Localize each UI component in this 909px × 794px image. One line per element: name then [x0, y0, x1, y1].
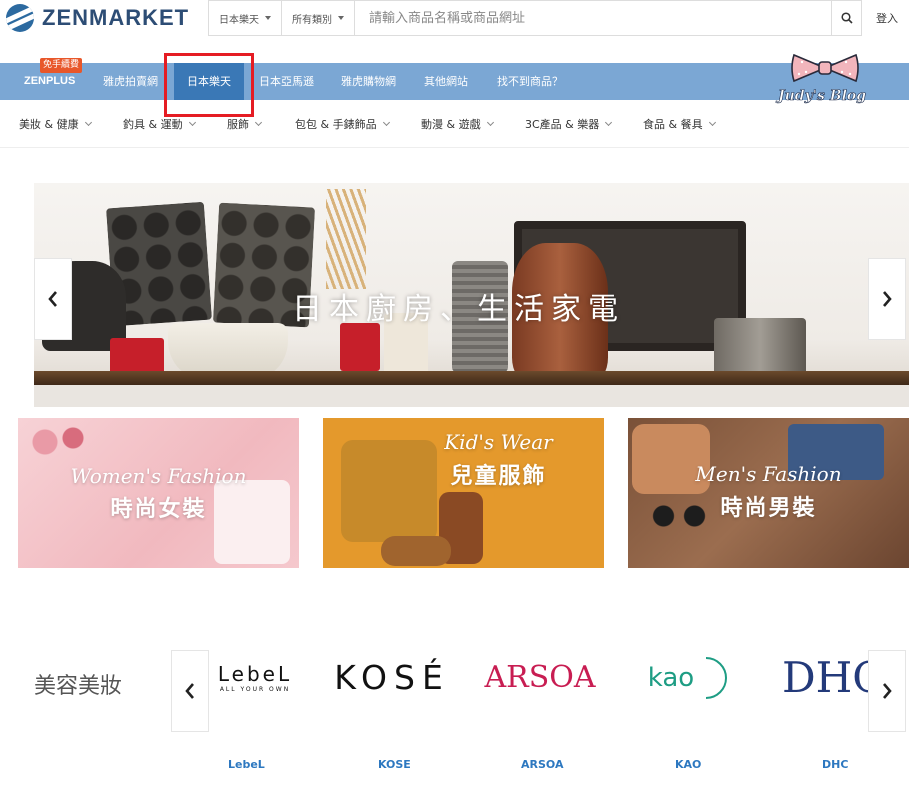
tile-zh-title: 時尚女裝	[110, 497, 207, 522]
category-select-value: 所有類別	[292, 14, 332, 26]
candle-image	[340, 323, 380, 371]
nav-not-found[interactable]: 找不到商品？	[497, 63, 563, 100]
chevron-down-icon	[486, 118, 494, 127]
brand-link-dhc[interactable]: DHC	[822, 758, 848, 771]
nav-yahoo-shopping[interactable]: 雅虎購物網	[341, 63, 396, 100]
store-select-value: 日本樂天	[219, 14, 259, 26]
shoe-image	[381, 536, 451, 566]
bow-icon	[791, 53, 859, 83]
wheat-image	[326, 189, 366, 289]
nav-amazon-jp[interactable]: 日本亞馬遜	[259, 63, 314, 100]
category-label: 美妝 & 健康	[19, 118, 79, 131]
tile-kids-wear[interactable]: Kid's Wear 兒童服飾	[323, 418, 604, 568]
brand-logo-kose[interactable]: KOSÉ	[330, 650, 454, 705]
arsoa-logo-text: ARSOA	[484, 660, 596, 695]
site-nav: ZENPLUS 雅虎拍賣網 日本樂天 日本亞馬遜 雅虎購物網 其他網站 找不到商…	[0, 63, 909, 100]
header: ZENMARKET 日本樂天 所有類別 登入	[0, 0, 909, 36]
search-bar: 日本樂天 所有類別	[208, 0, 862, 36]
hero-banner[interactable]: 日本廚房、生活家電	[34, 183, 909, 407]
category-label: 3C產品 & 樂器	[525, 118, 600, 131]
page: ZENMARKET 日本樂天 所有類別 登入 ZENPLUS 雅虎拍賣網	[0, 0, 909, 794]
lebel-logo-text: LebeL	[217, 662, 293, 686]
logo-mark-icon	[6, 4, 34, 32]
logo-text: ZENMARKET	[42, 5, 190, 30]
category-apparel[interactable]: 服飾	[227, 116, 263, 132]
sweater-image	[341, 440, 437, 542]
category-label: 釣具 & 運動	[123, 118, 183, 131]
brand-link-arsoa[interactable]: ARSOA	[521, 758, 563, 771]
chevron-right-icon	[883, 683, 892, 699]
brand-logo-arsoa[interactable]: ARSOA	[478, 650, 602, 705]
category-menu: 美妝 & 健康 釣具 & 運動 服飾 包包 & 手錶飾品 動漫 & 遊戲 3C產…	[0, 100, 909, 148]
zenmarket-logo[interactable]: ZENMARKET	[6, 4, 189, 32]
nav-yahoo-auction[interactable]: 雅虎拍賣網	[103, 63, 158, 100]
chevron-left-icon	[48, 291, 57, 307]
chevron-left-icon	[185, 683, 194, 699]
store-select[interactable]: 日本樂天	[209, 1, 282, 35]
brands-prev-button[interactable]	[171, 650, 209, 732]
login-link[interactable]: 登入	[876, 10, 898, 26]
search-input[interactable]	[355, 1, 831, 35]
free-fee-badge: 免手續費	[40, 58, 83, 73]
kao-logo-text: kao	[647, 662, 695, 693]
category-label: 包包 & 手錶飾品	[295, 118, 377, 131]
category-label: 服飾	[227, 118, 249, 131]
category-select[interactable]: 所有類別	[282, 1, 355, 35]
chevron-right-icon	[883, 291, 892, 307]
chevron-down-icon	[382, 118, 390, 127]
caret-down-icon	[265, 16, 271, 20]
nav-other-sites[interactable]: 其他網站	[424, 63, 468, 100]
category-beauty[interactable]: 美妝 & 健康	[19, 116, 92, 132]
brands-heading: 美容美妝	[34, 674, 123, 699]
brand-link-lebel[interactable]: LebeL	[228, 758, 265, 771]
flower-image	[24, 422, 94, 462]
chevron-down-icon	[254, 118, 263, 127]
tile-en-title: Kid's Wear	[444, 430, 553, 454]
brand-logo-dhc[interactable]: DHC	[782, 650, 872, 705]
brand-link-kao[interactable]: KAO	[675, 758, 701, 771]
tile-en-title: Women's Fashion	[70, 464, 247, 488]
category-label: 食品 & 餐具	[643, 118, 703, 131]
caret-down-icon	[338, 16, 344, 20]
search-button[interactable]	[831, 1, 861, 35]
kao-moon-icon	[706, 656, 728, 699]
lebel-tagline: ALL YOUR OWN	[219, 686, 291, 693]
tile-womens-fashion[interactable]: Women's Fashion 時尚女裝	[18, 418, 299, 568]
category-electronics[interactable]: 3C產品 & 樂器	[525, 116, 613, 132]
brand-logo-lebel[interactable]: LebeL ALL YOUR OWN	[208, 650, 302, 705]
tile-mens-fashion[interactable]: Men's Fashion 時尚男裝	[628, 418, 909, 568]
chevron-down-icon	[708, 118, 716, 127]
search-icon	[840, 12, 853, 24]
shelf-image	[34, 371, 909, 385]
hero-title: 日本廚房、生活家電	[292, 292, 625, 327]
brand-logo-kao[interactable]: kao	[636, 650, 740, 705]
category-bags[interactable]: 包包 & 手錶飾品	[295, 116, 390, 132]
chevron-down-icon	[84, 118, 92, 127]
tile-en-title: Men's Fashion	[695, 462, 842, 486]
chevron-down-icon	[188, 118, 196, 127]
brand-link-kose[interactable]: KOSE	[378, 758, 411, 771]
tile-zh-title: 時尚男裝	[720, 496, 817, 521]
hero-next-button[interactable]	[868, 258, 906, 340]
dhc-logo-text: DHC	[782, 653, 872, 702]
category-sports[interactable]: 釣具 & 運動	[123, 116, 196, 132]
blog-watermark-text: Judy's Blog	[778, 88, 867, 105]
annotation-highlight-box	[164, 53, 254, 117]
brands-next-button[interactable]	[868, 650, 906, 732]
shelf-shadow	[34, 385, 909, 407]
kose-logo-text: KOSÉ	[334, 658, 450, 697]
category-food[interactable]: 食品 & 餐具	[643, 116, 716, 132]
category-label: 動漫 & 遊戲	[421, 118, 481, 131]
hero-prev-button[interactable]	[34, 258, 72, 340]
chevron-down-icon	[605, 118, 613, 127]
category-anime[interactable]: 動漫 & 遊戲	[421, 116, 494, 132]
tile-zh-title: 兒童服飾	[450, 464, 547, 489]
